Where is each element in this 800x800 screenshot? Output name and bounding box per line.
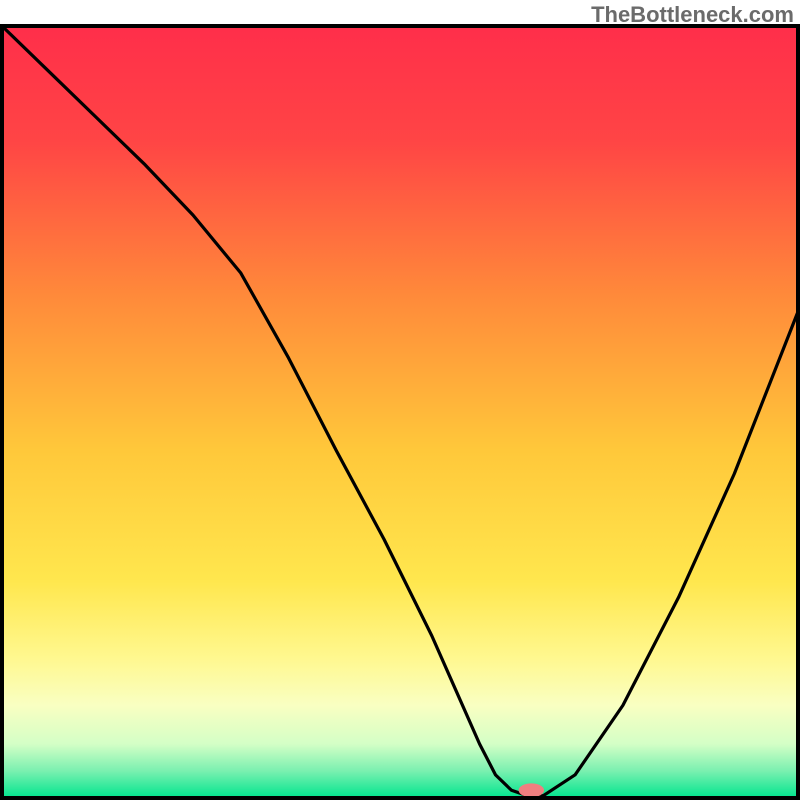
optimum-marker: [519, 783, 544, 797]
bottleneck-chart: TheBottleneck.com: [0, 0, 800, 800]
attribution-label: TheBottleneck.com: [591, 2, 794, 28]
plot-svg: [0, 0, 800, 800]
